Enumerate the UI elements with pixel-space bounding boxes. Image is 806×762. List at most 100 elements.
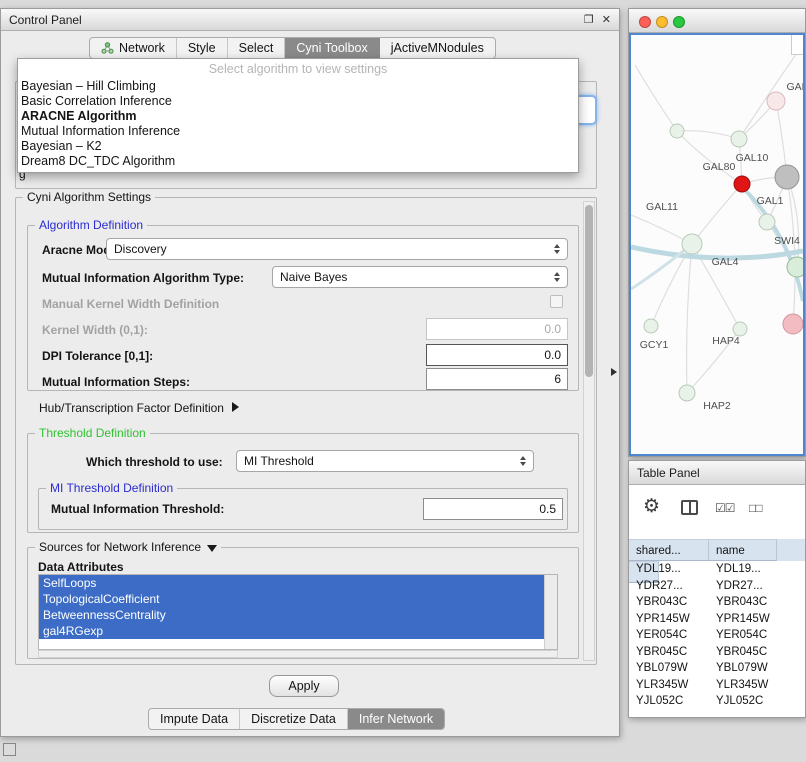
attributes-items: SelfLoopsTopologicalCoefficientBetweenne… bbox=[39, 575, 557, 639]
network-window-titlebar[interactable] bbox=[629, 9, 805, 33]
network-node[interactable] bbox=[733, 322, 747, 336]
column-visibility-icon[interactable] bbox=[681, 500, 698, 515]
network-node[interactable] bbox=[787, 257, 803, 277]
node-label: GAL11 bbox=[646, 201, 678, 213]
network-canvas[interactable]: GAL80GAL10GAL11GAL1SWI4GAL4GCY1HAP4HAP2G… bbox=[629, 33, 805, 456]
column-header[interactable]: name bbox=[709, 539, 777, 561]
tab-label: Discretize Data bbox=[251, 712, 336, 726]
attribute-item[interactable]: SelfLoops bbox=[39, 575, 544, 591]
mi-type-select[interactable]: Naive Bayes bbox=[272, 266, 568, 288]
tab-jactivemnodules[interactable]: jActiveMNodules bbox=[380, 38, 495, 58]
sources-toggle[interactable]: Sources for Network Inference bbox=[35, 540, 221, 554]
algorithm-option[interactable]: ARACNE Algorithm bbox=[18, 109, 578, 124]
mi-threshold-field[interactable]: 0.5 bbox=[423, 498, 563, 520]
dpi-tolerance-value: 0.0 bbox=[544, 348, 561, 362]
tab-label: Network bbox=[119, 41, 165, 55]
expand-right-icon bbox=[232, 402, 239, 412]
network-node[interactable] bbox=[670, 124, 684, 138]
table-panel-body: ⚙ ☑☑ □□ shared...name YDL19...YDL19...13… bbox=[629, 485, 805, 717]
network-node[interactable] bbox=[731, 131, 747, 147]
tab-cyni-toolbox[interactable]: Cyni Toolbox bbox=[285, 38, 379, 58]
panel-collapse-arrow[interactable] bbox=[611, 368, 617, 376]
tab-network[interactable]: Network bbox=[90, 38, 177, 58]
combo-arrows-icon bbox=[554, 272, 560, 282]
close-window-icon[interactable]: ✕ bbox=[602, 13, 611, 26]
network-node[interactable] bbox=[679, 385, 695, 401]
kernel-width-field[interactable]: 0.0 bbox=[426, 318, 568, 340]
tab-label: Infer Network bbox=[359, 712, 433, 726]
network-node[interactable] bbox=[775, 165, 799, 189]
which-threshold-label: Which threshold to use: bbox=[86, 455, 223, 469]
mi-steps-field[interactable]: 6 bbox=[426, 368, 568, 390]
mi-steps-label: Mutual Information Steps: bbox=[42, 375, 190, 389]
tab-select[interactable]: Select bbox=[228, 38, 286, 58]
hub-definition-label: Hub/Transcription Factor Definition bbox=[39, 401, 224, 415]
table-row[interactable]: YPR145WYPR145W9. bbox=[629, 611, 805, 628]
attribute-item[interactable]: TopologicalCoefficient bbox=[39, 591, 544, 607]
combo-arrows-icon bbox=[554, 244, 560, 254]
mi-type-value: Naive Bayes bbox=[280, 270, 347, 284]
column-header[interactable]: shared... bbox=[629, 539, 709, 561]
attribute-item[interactable]: gal4RGexp bbox=[39, 623, 544, 639]
network-node[interactable] bbox=[734, 176, 750, 192]
float-window-icon[interactable]: ❐ bbox=[584, 13, 594, 26]
algorithm-option[interactable]: Dream8 DC_TDC Algorithm bbox=[18, 154, 578, 169]
control-panel-titlebar[interactable]: Control Panel ❐ ✕ bbox=[1, 9, 619, 31]
network-node[interactable] bbox=[759, 214, 775, 230]
network-node[interactable] bbox=[644, 319, 658, 333]
tab-infer-network[interactable]: Infer Network bbox=[348, 709, 444, 729]
select-all-icon[interactable]: ☑☑ bbox=[715, 501, 735, 515]
settings-gear-icon[interactable]: ⚙ bbox=[643, 497, 660, 516]
manual-kernel-label: Manual Kernel Width Definition bbox=[42, 297, 219, 311]
mi-steps-value: 6 bbox=[554, 372, 561, 386]
aracne-mode-select[interactable]: Discovery bbox=[106, 238, 568, 260]
which-threshold-select[interactable]: MI Threshold bbox=[236, 450, 534, 472]
tab-label: Style bbox=[188, 41, 216, 55]
deselect-all-icon[interactable]: □□ bbox=[749, 501, 762, 515]
bottom-mode-tabs: Impute Data Discretize Data Infer Network bbox=[148, 708, 445, 730]
attributes-hscrollbar[interactable] bbox=[38, 650, 558, 658]
tab-impute-data[interactable]: Impute Data bbox=[149, 709, 240, 729]
algorithm-option[interactable]: Bayesian – K2 bbox=[18, 139, 578, 154]
table-row[interactable]: YBR045CYBR045C9. bbox=[629, 644, 805, 661]
apply-button[interactable]: Apply bbox=[269, 675, 339, 697]
node-label: GAL10 bbox=[736, 152, 769, 164]
manual-kernel-checkbox[interactable] bbox=[550, 295, 563, 308]
close-button[interactable] bbox=[639, 16, 651, 28]
network-node[interactable] bbox=[783, 314, 803, 334]
attributes-list: SelfLoopsTopologicalCoefficientBetweenne… bbox=[38, 574, 558, 650]
canvas-scrollbar-corner[interactable] bbox=[791, 35, 803, 55]
table-row[interactable]: YER054CYER054C8. bbox=[629, 627, 805, 644]
sources-title: Sources for Network Inference bbox=[39, 540, 201, 554]
tab-discretize-data[interactable]: Discretize Data bbox=[240, 709, 348, 729]
table-cell: YLR345W bbox=[709, 677, 777, 694]
attribute-item[interactable]: BetweennessCentrality bbox=[39, 607, 544, 623]
table-cell: YPR145W bbox=[709, 611, 777, 628]
dpi-tolerance-field[interactable]: 0.0 bbox=[426, 344, 568, 366]
zoom-button[interactable] bbox=[673, 16, 685, 28]
scrollbar-thumb[interactable] bbox=[585, 205, 593, 377]
algorithm-option[interactable]: Bayesian – Hill Climbing bbox=[18, 79, 578, 94]
network-edge bbox=[635, 65, 677, 131]
minimized-panel-icon[interactable] bbox=[3, 743, 16, 756]
algorithm-option[interactable]: Basic Correlation Inference bbox=[18, 94, 578, 109]
network-node[interactable] bbox=[767, 92, 785, 110]
settings-scrollbar[interactable] bbox=[583, 201, 595, 661]
table-cell: YBR043C bbox=[629, 594, 709, 611]
table-row[interactable]: YDR27...YDR27...12 bbox=[629, 578, 805, 595]
table-row[interactable]: YDL19...YDL19...13 bbox=[629, 561, 805, 578]
table-cell: YER054C bbox=[629, 627, 709, 644]
table-cell: YDL19... bbox=[629, 561, 709, 578]
table-row[interactable]: YLR345WYLR345W9. bbox=[629, 677, 805, 694]
attributes-scrollbar[interactable] bbox=[544, 575, 557, 649]
dpi-tolerance-label: DPI Tolerance [0,1]: bbox=[42, 349, 153, 363]
hub-definition-toggle[interactable]: Hub/Transcription Factor Definition bbox=[39, 401, 239, 415]
algorithm-option[interactable]: Mutual Information Inference bbox=[18, 124, 578, 139]
minimize-button[interactable] bbox=[656, 16, 668, 28]
table-row[interactable]: YBL079WYBL079W bbox=[629, 660, 805, 677]
table-row[interactable]: YBR043CYBR043C bbox=[629, 594, 805, 611]
tab-style[interactable]: Style bbox=[177, 38, 228, 58]
network-node[interactable] bbox=[682, 234, 702, 254]
table-row[interactable]: YJL052CYJL052C bbox=[629, 693, 805, 710]
table-panel-titlebar[interactable]: Table Panel bbox=[629, 461, 805, 485]
